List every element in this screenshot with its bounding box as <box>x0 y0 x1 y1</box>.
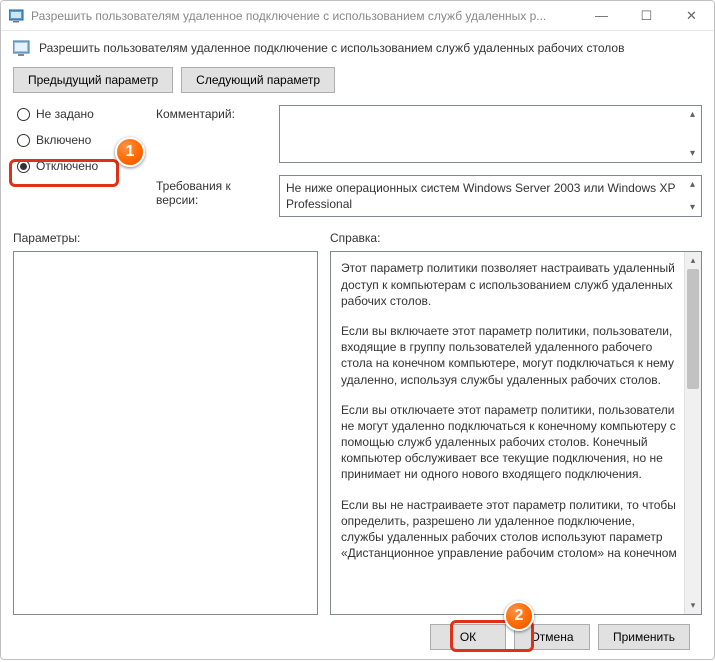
help-paragraph: Если вы включаете этот параметр политики… <box>341 323 678 388</box>
radio-not-configured[interactable]: Не задано <box>13 105 148 123</box>
cancel-button[interactable]: Отмена <box>514 624 590 650</box>
label-params: Параметры: <box>13 231 318 245</box>
radio-enabled[interactable]: Включено <box>13 131 148 149</box>
help-text: Этот параметр политики позволяет настраи… <box>331 252 684 614</box>
maximize-button[interactable]: ☐ <box>624 1 669 30</box>
scroll-down-icon[interactable]: ▾ <box>684 199 701 216</box>
help-column: Справка: Этот параметр политики позволяе… <box>330 231 702 615</box>
help-paragraph: Этот параметр политики позволяет настраи… <box>341 260 678 309</box>
state-radios: Не задано Включено Отключено 1 <box>13 105 148 175</box>
requirements-box: Не ниже операционных систем Windows Serv… <box>279 175 702 217</box>
label-comment: Комментарий: <box>156 105 271 121</box>
help-scrollbar[interactable]: ▴ ▾ <box>684 252 701 614</box>
scrollbar-thumb[interactable] <box>687 269 699 389</box>
radio-icon <box>17 108 30 121</box>
radio-disabled[interactable]: Отключено <box>13 157 148 175</box>
radio-icon <box>17 160 30 173</box>
prev-setting-button[interactable]: Предыдущий параметр <box>13 67 173 93</box>
titlebar: Разрешить пользователям удаленное подклю… <box>1 1 714 31</box>
scroll-up-icon[interactable]: ▴ <box>685 252 701 269</box>
radio-label: Отключено <box>36 159 98 173</box>
close-button[interactable]: ✕ <box>669 1 714 30</box>
dialog-content: Разрешить пользователям удаленное подклю… <box>1 31 714 659</box>
apply-button[interactable]: Применить <box>598 624 690 650</box>
lower-panels: Параметры: Справка: Этот параметр полити… <box>13 231 702 615</box>
radio-icon <box>17 134 30 147</box>
window-controls: — ☐ ✕ <box>579 1 714 30</box>
ok-button[interactable]: ОК <box>430 624 506 650</box>
next-setting-button[interactable]: Следующий параметр <box>181 67 335 93</box>
minimize-button[interactable]: — <box>579 1 624 30</box>
policy-icon <box>13 39 33 57</box>
dialog-footer: 2 ОК Отмена Применить <box>13 615 702 659</box>
policy-title: Разрешить пользователям удаленное подклю… <box>39 41 624 55</box>
scroll-up-icon[interactable]: ▴ <box>684 176 701 193</box>
app-icon <box>9 8 25 24</box>
label-requirements: Требования к версии: <box>156 175 271 207</box>
scroll-down-icon[interactable]: ▾ <box>684 145 701 162</box>
params-box <box>13 251 318 615</box>
radio-label: Включено <box>36 133 91 147</box>
help-box: Этот параметр политики позволяет настраи… <box>330 251 702 615</box>
scroll-down-icon[interactable]: ▾ <box>685 597 701 614</box>
help-paragraph: Если вы не настраиваете этот параметр по… <box>341 497 678 562</box>
nav-buttons: Предыдущий параметр Следующий параметр <box>13 67 702 93</box>
label-help: Справка: <box>330 231 702 245</box>
requirements-text: Не ниже операционных систем Windows Serv… <box>286 181 675 211</box>
radio-label: Не задано <box>36 107 94 121</box>
params-column: Параметры: <box>13 231 318 615</box>
scroll-up-icon[interactable]: ▴ <box>684 106 701 123</box>
window-title: Разрешить пользователям удаленное подклю… <box>31 9 579 23</box>
help-paragraph: Если вы отключаете этот параметр политик… <box>341 402 678 483</box>
policy-header: Разрешить пользователям удаленное подклю… <box>13 39 702 57</box>
comment-textarea[interactable]: ▴ ▾ <box>279 105 702 163</box>
scrollbar-track[interactable] <box>685 269 701 597</box>
settings-grid: Не задано Включено Отключено 1 Комментар… <box>13 105 702 217</box>
dialog-window: Разрешить пользователям удаленное подклю… <box>0 0 715 660</box>
